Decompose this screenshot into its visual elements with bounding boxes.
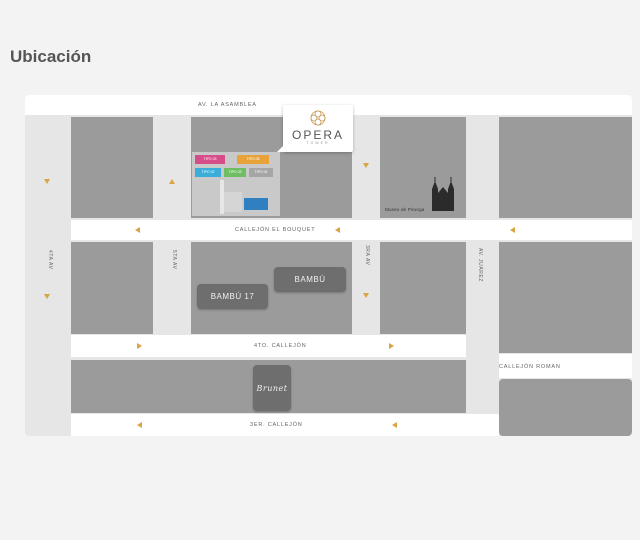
- street-label-3ra-av: 3RA AV: [364, 245, 370, 266]
- direction-arrow: [137, 343, 142, 349]
- unit-tipo[interactable]: TIPO 05: [237, 155, 269, 164]
- bambu-logo[interactable]: BAMBÚ: [274, 267, 346, 292]
- street-label-4to-callejon: 4TO. CALLEJÓN: [254, 343, 307, 349]
- bambu-text: BAMBÚ: [294, 275, 326, 284]
- unit-tipo[interactable]: TIPO 03: [195, 155, 225, 164]
- direction-arrow: [135, 227, 140, 233]
- street-label-5ta-av: 5TA AV: [171, 250, 177, 270]
- direction-arrow: [335, 227, 340, 233]
- opera-emblem-icon: [310, 110, 326, 126]
- block: [499, 379, 632, 436]
- block: [71, 117, 153, 218]
- direction-arrow: [363, 163, 369, 168]
- direction-arrow: [510, 227, 515, 233]
- street-callejon-el-bouquet: [71, 220, 632, 240]
- street-label-callejon-roman: CALLEJÓN ROMAN: [499, 364, 561, 370]
- direction-arrow: [44, 294, 50, 299]
- site-garden: [224, 192, 242, 212]
- brunet-text: Brunet: [256, 383, 288, 393]
- location-map[interactable]: AV. LA ASAMBLEA CALLEJÓN EL BOUQUET 4TO.…: [25, 95, 632, 436]
- unit-tipo[interactable]: TIPO 03: [224, 168, 246, 177]
- site-pool: [244, 198, 268, 210]
- direction-arrow: [137, 422, 142, 428]
- opera-logo-text: OPERA: [291, 128, 344, 142]
- opera-callout[interactable]: OPERA TOWER: [277, 105, 353, 152]
- direction-arrow: [363, 293, 369, 298]
- bambu-17-logo[interactable]: BAMBÚ 17: [197, 284, 268, 309]
- street-label-av-juarez: AV. JUÁREZ: [477, 248, 483, 283]
- opera-site-plan[interactable]: TIPO 03 TIPO 05 TIPO 02 TIPO 03 TIPO 04: [192, 152, 280, 216]
- unit-tipo[interactable]: TIPO 02: [195, 168, 221, 177]
- page-title: Ubicación: [10, 47, 92, 66]
- brunet-logo[interactable]: Brunet: [253, 365, 291, 411]
- street-label-4ta-av: 4TA AV: [47, 250, 53, 270]
- direction-arrow: [389, 343, 394, 349]
- block: [71, 242, 153, 334]
- direction-arrow: [169, 179, 175, 184]
- direction-arrow: [44, 179, 50, 184]
- block: [380, 242, 466, 334]
- block: [499, 117, 632, 218]
- street-label-callejon-el-bouquet: CALLEJÓN EL BOUQUET: [235, 227, 316, 233]
- cathedral-icon: [432, 177, 454, 211]
- street-label-3er-callejon: 3ER. CALLEJÓN: [250, 422, 303, 428]
- unit-tipo[interactable]: TIPO 04: [249, 168, 273, 177]
- museum-label: Museo de Pitunga: [385, 207, 425, 212]
- street-label-av-la-asamblea: AV. LA ASAMBLEA: [198, 102, 257, 108]
- bambu-17-text: BAMBÚ 17: [210, 292, 255, 301]
- block: [499, 242, 632, 353]
- direction-arrow: [392, 422, 397, 428]
